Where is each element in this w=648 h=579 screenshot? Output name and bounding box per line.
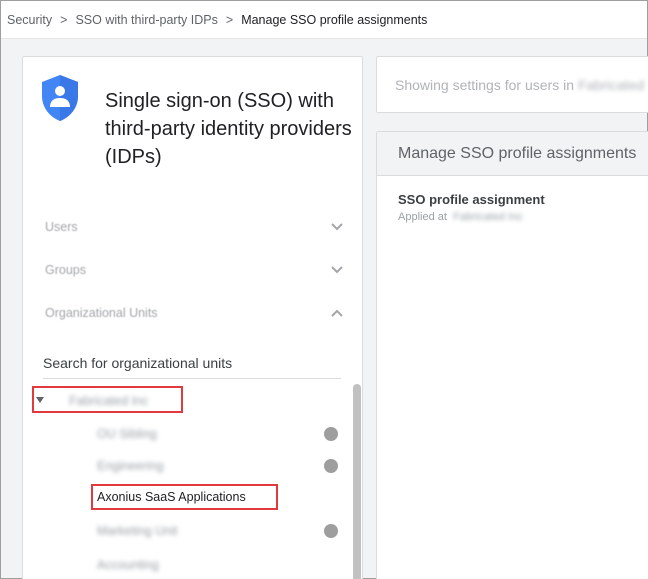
applied-org: Fabricated Inc bbox=[453, 211, 523, 223]
breadcrumb-sso-idps[interactable]: SSO with third-party IDPs bbox=[75, 13, 217, 27]
chevron-down-icon bbox=[331, 223, 343, 231]
tree-item-label: Marketing Unit bbox=[97, 524, 178, 538]
tree-root-label: Fabricated Inc bbox=[69, 394, 149, 408]
breadcrumb-separator: > bbox=[225, 12, 234, 27]
applied-at: Applied at Fabricated Inc bbox=[398, 211, 523, 223]
tree-scrollbar[interactable] bbox=[353, 384, 361, 579]
sso-assignment-card: Manage SSO profile assignments SSO profi… bbox=[376, 131, 648, 579]
card-header: Manage SSO profile assignments bbox=[377, 132, 648, 176]
tree-item-label: Axonius SaaS Applications bbox=[97, 490, 246, 504]
ou-selector-panel: Single sign-on (SSO) with third-party id… bbox=[22, 56, 363, 579]
tree-item[interactable]: OU Sibling bbox=[23, 420, 343, 448]
showing-settings-bar: Showing settings for users in Fabricated bbox=[376, 56, 648, 113]
tree-item[interactable]: Marketing Unit bbox=[23, 517, 343, 545]
caret-down-icon[interactable] bbox=[36, 397, 44, 403]
showing-org: Fabricated bbox=[577, 76, 645, 93]
ou-search-input[interactable] bbox=[43, 347, 341, 379]
tree-item-label: OU Sibling bbox=[97, 427, 157, 441]
section-ou-label: Organizational Units bbox=[45, 306, 158, 320]
sso-profile-assignment-label[interactable]: SSO profile assignment bbox=[398, 192, 545, 207]
shield-user-icon bbox=[42, 75, 78, 121]
showing-prefix: Showing settings for users in bbox=[395, 76, 574, 93]
section-users-label: Users bbox=[45, 220, 78, 234]
tree-item[interactable]: Accounting bbox=[23, 551, 343, 579]
breadcrumb: Security > SSO with third-party IDPs > M… bbox=[1, 1, 647, 39]
breadcrumb-security[interactable]: Security bbox=[7, 13, 52, 27]
tree-item-label: Engineering bbox=[97, 459, 164, 473]
status-dot bbox=[324, 427, 338, 441]
breadcrumb-separator: > bbox=[60, 12, 68, 27]
section-organizational-units[interactable]: Organizational Units bbox=[23, 293, 362, 333]
section-groups[interactable]: Groups bbox=[23, 250, 362, 290]
status-dot bbox=[324, 459, 338, 473]
applied-prefix: Applied at bbox=[398, 211, 447, 223]
chevron-up-icon bbox=[331, 309, 343, 317]
section-users[interactable]: Users bbox=[23, 207, 362, 247]
tree-item[interactable]: Engineering bbox=[23, 452, 343, 480]
status-dot bbox=[324, 524, 338, 538]
tree-item-label: Accounting bbox=[97, 558, 159, 572]
section-groups-label: Groups bbox=[45, 263, 86, 277]
chevron-down-icon bbox=[331, 266, 343, 274]
panel-title: Single sign-on (SSO) with third-party id… bbox=[105, 90, 352, 168]
breadcrumb-current: Manage SSO profile assignments bbox=[241, 12, 428, 27]
